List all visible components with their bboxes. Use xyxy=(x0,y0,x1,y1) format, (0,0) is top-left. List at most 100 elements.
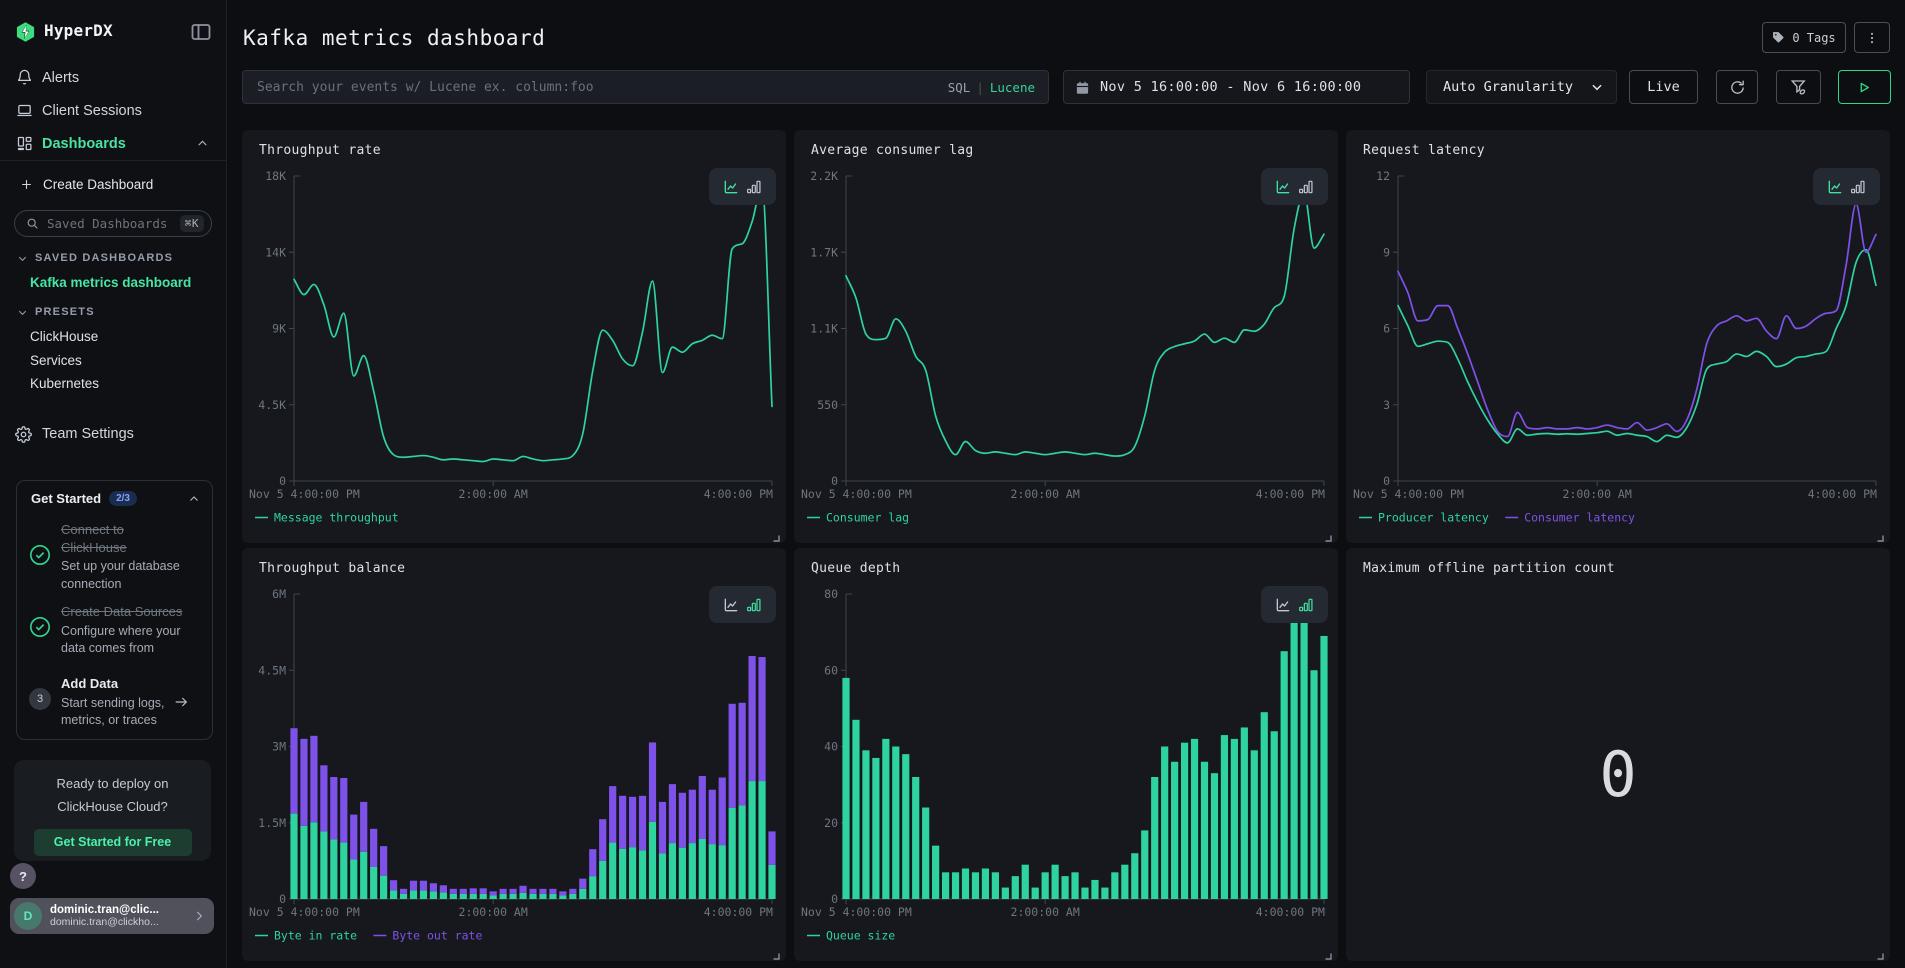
step-number-badge: 3 xyxy=(29,688,51,710)
tag-icon xyxy=(1772,31,1785,44)
svg-text:Byte out rate: Byte out rate xyxy=(392,929,482,943)
search-placeholder: Saved Dashboards xyxy=(47,216,167,231)
tags-label: 0 Tags xyxy=(1792,31,1835,45)
section-title: PRESETS xyxy=(35,306,95,318)
clickhouse-cloud-card: Ready to deploy onClickHouse Cloud? Get … xyxy=(14,760,211,861)
logo-row: HyperDX xyxy=(0,16,227,48)
line-chart-icon[interactable] xyxy=(1275,597,1291,613)
svg-text:4:00:00 PM: 4:00:00 PM xyxy=(1256,905,1325,919)
step-desc: Set up your database connection xyxy=(61,558,205,593)
granularity-select[interactable]: Auto Granularity xyxy=(1426,70,1617,104)
create-dashboard-button[interactable]: Create Dashboard xyxy=(0,170,227,198)
bell-icon xyxy=(16,69,33,86)
svg-text:Producer latency: Producer latency xyxy=(1378,511,1489,525)
svg-text:80: 80 xyxy=(824,587,838,601)
resize-handle[interactable] xyxy=(771,529,780,538)
panel-max-offline-partition-count: Maximum offline partition count0 xyxy=(1346,548,1890,961)
get-started-free-button[interactable]: Get Started for Free xyxy=(34,829,192,856)
panel-left-icon[interactable] xyxy=(189,20,213,44)
sidebar-item-team-settings[interactable]: Team Settings xyxy=(0,420,227,448)
tags-button[interactable]: 0 Tags xyxy=(1762,22,1846,53)
svg-text:20: 20 xyxy=(824,816,838,830)
svg-text:Nov 5 4:00:00 PM: Nov 5 4:00:00 PM xyxy=(801,905,912,919)
bar-chart-icon[interactable] xyxy=(1850,179,1866,195)
search-icon xyxy=(26,217,39,230)
filter-edit-icon xyxy=(1790,78,1808,96)
chevron-up-icon[interactable] xyxy=(196,137,209,150)
svg-text:6: 6 xyxy=(1383,322,1390,336)
svg-text:4:00:00 PM: 4:00:00 PM xyxy=(1256,487,1325,501)
svg-text:2:00:00 AM: 2:00:00 AM xyxy=(459,905,528,919)
step-title: Create Data Sources xyxy=(61,603,205,621)
svg-text:550: 550 xyxy=(817,398,838,412)
lang-lucene: Lucene xyxy=(990,80,1035,95)
sidebar-item-kafka-metrics-dashboard[interactable]: Kafka metrics dashboard xyxy=(0,270,227,294)
line-chart-icon[interactable] xyxy=(723,597,739,613)
filter-button[interactable] xyxy=(1776,70,1821,104)
chart-mode-toggle xyxy=(709,586,776,623)
svg-text:9: 9 xyxy=(1383,245,1390,259)
live-button[interactable]: Live xyxy=(1629,70,1698,104)
granularity-value: Auto Granularity xyxy=(1443,79,1573,95)
get-started-step-1[interactable]: Connect to ClickHouse Set up your databa… xyxy=(29,521,205,593)
resize-handle[interactable] xyxy=(771,947,780,956)
bar-chart-icon[interactable] xyxy=(1298,597,1314,613)
user-menu[interactable]: D dominic.tran@clic... dominic.tran@clic… xyxy=(10,898,214,934)
main-content: Kafka metrics dashboard 0 Tags Search yo… xyxy=(227,0,1905,968)
sidebar-item-services[interactable]: Services xyxy=(0,348,227,372)
series xyxy=(290,656,775,899)
refresh-button[interactable] xyxy=(1716,70,1758,104)
time-range-input[interactable]: Nov 5 16:00:00 - Nov 6 16:00:00 xyxy=(1063,70,1410,104)
preset-link-label: Kubernetes xyxy=(30,376,99,391)
bar-chart-icon[interactable] xyxy=(1298,179,1314,195)
get-started-step-3[interactable]: 3 Add Data Start sending logs, metrics, … xyxy=(29,675,205,730)
series xyxy=(846,193,1324,456)
resize-handle[interactable] xyxy=(1323,529,1332,538)
sidebar-item-clickhouse[interactable]: ClickHouse xyxy=(0,324,227,348)
svg-text:2:00:00 AM: 2:00:00 AM xyxy=(1563,487,1632,501)
chart-mode-toggle xyxy=(1261,586,1328,623)
svg-text:1.1K: 1.1K xyxy=(810,322,838,336)
sidebar-item-client-sessions[interactable]: Client Sessions xyxy=(0,94,227,127)
line-chart-icon[interactable] xyxy=(1275,179,1291,195)
svg-text:4:00:00 PM: 4:00:00 PM xyxy=(1808,487,1877,501)
sidebar-item-label: Client Sessions xyxy=(42,103,142,119)
section-saved-dashboards[interactable]: SAVED DASHBOARDS xyxy=(0,247,227,269)
saved-dashboards-search-input[interactable]: Saved Dashboards ⌘K xyxy=(14,210,212,237)
get-started-step-2[interactable]: Create Data Sources Configure where your… xyxy=(29,603,205,658)
svg-text:3M: 3M xyxy=(272,740,286,754)
big-number-value: 0 xyxy=(1346,738,1890,811)
line-chart-icon[interactable] xyxy=(1827,179,1843,195)
chart-mode-toggle xyxy=(1813,168,1880,205)
sidebar-item-kubernetes[interactable]: Kubernetes xyxy=(0,371,227,395)
section-presets[interactable]: PRESETS xyxy=(0,301,227,323)
bar-chart-icon[interactable] xyxy=(746,597,762,613)
sidebar-item-dashboards[interactable]: Dashboards xyxy=(0,127,227,160)
svg-text:12: 12 xyxy=(1376,169,1390,183)
resize-handle[interactable] xyxy=(1323,947,1332,956)
svg-text:1.5M: 1.5M xyxy=(258,816,286,830)
axis: 036912Nov 5 4:00:00 PM2:00:00 AM4:00:00 … xyxy=(1353,169,1877,501)
kebab-menu-button[interactable] xyxy=(1854,22,1890,53)
line-chart-icon[interactable] xyxy=(723,179,739,195)
chart-line: 04.5K9K14K18KNov 5 4:00:00 PM2:00:00 AM4… xyxy=(242,130,786,543)
step-desc: Configure where your data comes from xyxy=(61,623,205,658)
resize-handle[interactable] xyxy=(1875,529,1884,538)
resize-handle[interactable] xyxy=(1875,947,1884,956)
run-query-button[interactable] xyxy=(1838,70,1891,104)
get-started-title: Get Started xyxy=(31,491,101,506)
series xyxy=(1398,204,1876,443)
chevron-up-icon[interactable] xyxy=(188,493,200,505)
svg-text:3: 3 xyxy=(1383,398,1390,412)
chart-bar: 01.5M3M4.5M6MNov 5 4:00:00 PM2:00:00 AM4… xyxy=(242,548,786,961)
legend: Byte in rateByte out rate xyxy=(255,929,482,943)
sidebar-item-alerts[interactable]: Alerts xyxy=(0,61,227,94)
bar-chart-icon[interactable] xyxy=(746,179,762,195)
help-button[interactable]: ? xyxy=(10,863,36,889)
chart-line: 036912Nov 5 4:00:00 PM2:00:00 AM4:00:00 … xyxy=(1346,130,1890,543)
svg-text:1.7K: 1.7K xyxy=(810,245,838,259)
query-language-toggle[interactable]: SQL|Lucene xyxy=(948,80,1035,95)
events-search-input[interactable]: Search your events w/ Lucene ex. column:… xyxy=(242,70,1049,104)
refresh-icon xyxy=(1729,79,1746,96)
section-title: SAVED DASHBOARDS xyxy=(35,252,173,264)
